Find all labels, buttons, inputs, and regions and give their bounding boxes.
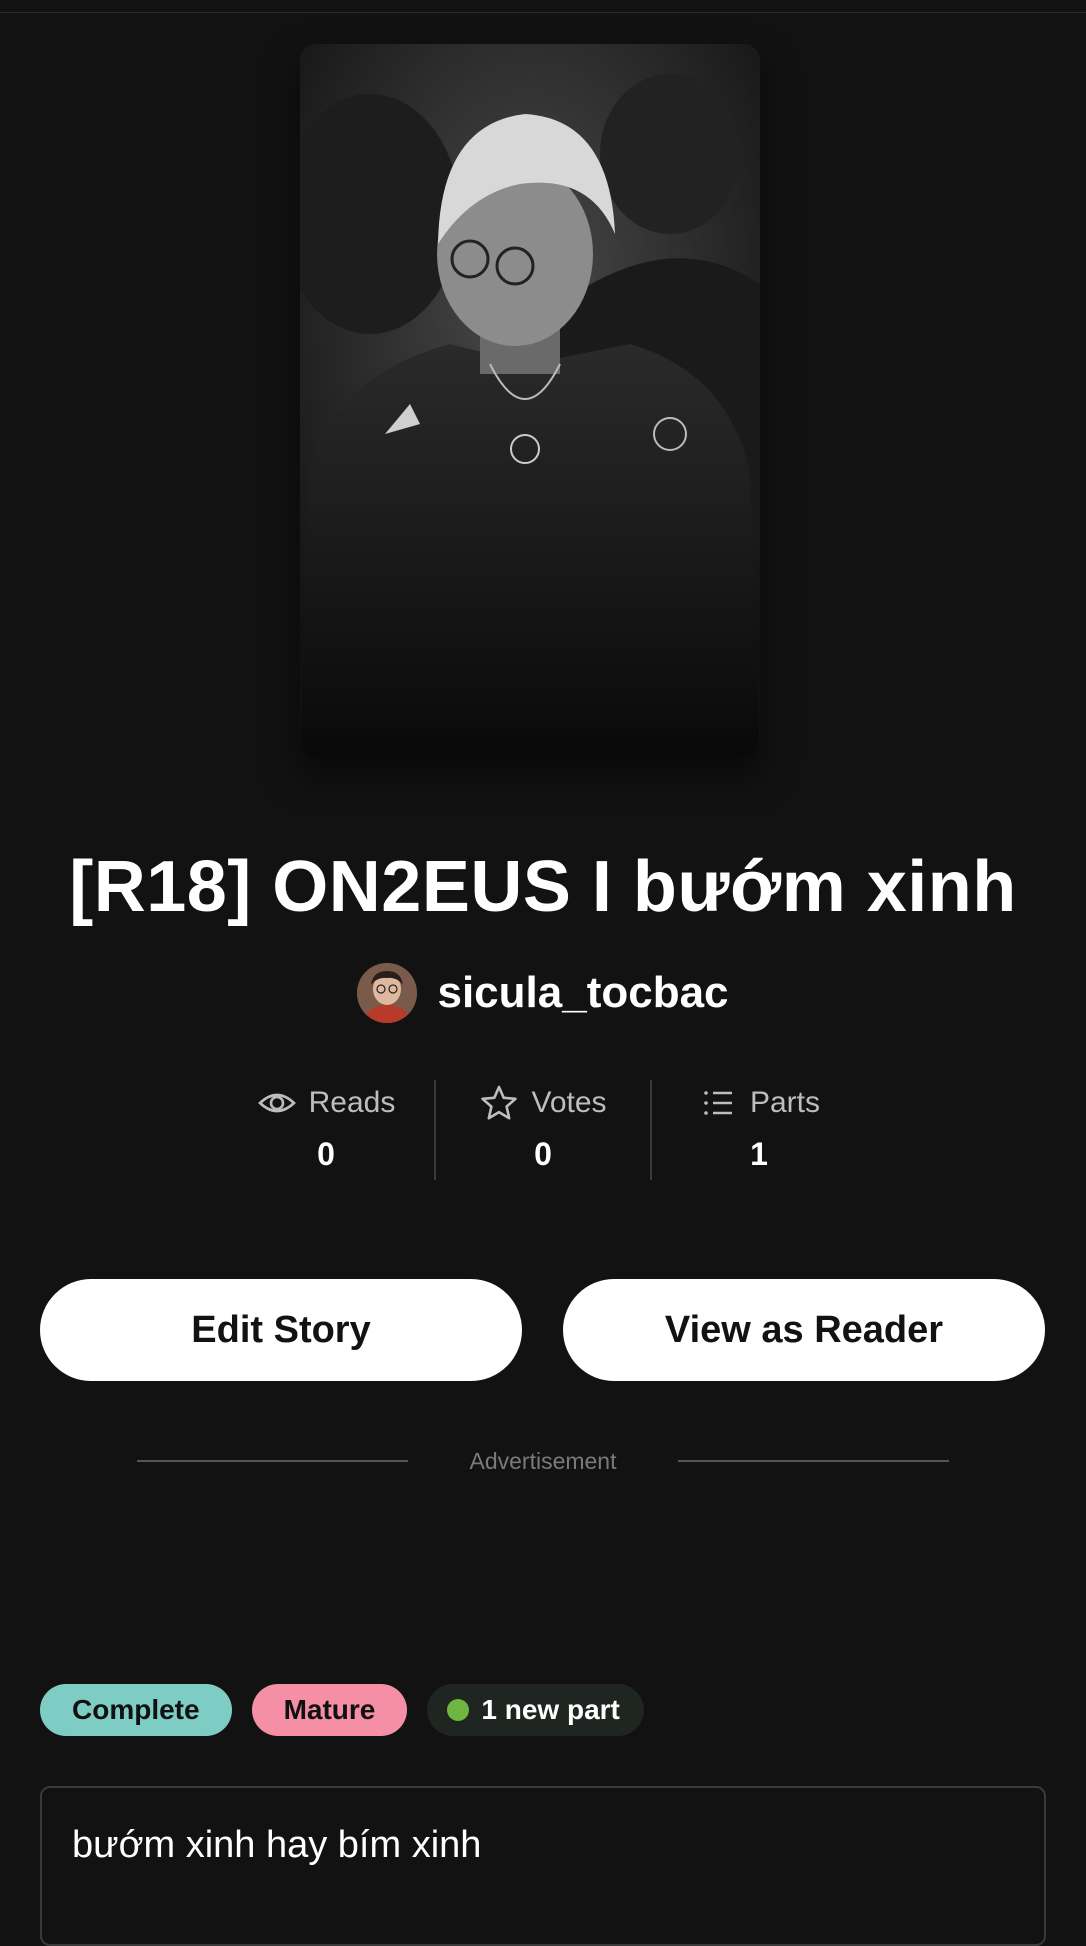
new-indicator-dot-icon xyxy=(447,1699,470,1721)
stat-votes-label: Votes xyxy=(531,1086,607,1119)
story-cover-image[interactable] xyxy=(300,44,760,757)
new-part-badge: 1 new part xyxy=(427,1684,644,1736)
new-part-label: 1 new part xyxy=(481,1694,620,1725)
story-title: [R18] ON2EUS I bướm xinh xyxy=(69,847,1017,927)
list-icon xyxy=(704,1091,732,1115)
complete-badge: Complete xyxy=(40,1684,232,1736)
stat-reads-value: 0 xyxy=(317,1136,335,1172)
view-as-reader-button[interactable]: View as Reader xyxy=(563,1279,1045,1381)
edit-story-button[interactable]: Edit Story xyxy=(40,1279,522,1381)
story-tags: Complete Mature 1 new part xyxy=(40,1684,644,1736)
mature-badge: Mature xyxy=(251,1684,408,1736)
story-description-box: bướm xinh hay bím xinh xyxy=(40,1786,1046,1946)
advertisement-divider: Advertisement xyxy=(137,1446,949,1476)
author-name[interactable]: sicula_tocbac xyxy=(437,968,728,1018)
star-icon xyxy=(481,1085,518,1120)
stat-parts-value: 1 xyxy=(750,1136,768,1172)
eye-icon xyxy=(257,1093,296,1113)
top-divider xyxy=(0,12,1086,13)
stat-parts-label: Parts xyxy=(749,1086,821,1119)
advertisement-label: Advertisement xyxy=(469,1447,617,1474)
story-stats: Reads 0 Votes 0 Parts 1 xyxy=(218,1080,868,1180)
author-avatar[interactable] xyxy=(357,963,418,1023)
ad-line-right xyxy=(677,1460,949,1462)
stat-parts: Parts 1 xyxy=(650,1080,866,1180)
stat-reads: Reads 0 xyxy=(218,1080,434,1180)
ad-line-left xyxy=(137,1460,408,1462)
story-description: bướm xinh hay bím xinh xyxy=(72,1824,482,1866)
stat-reads-label: Reads xyxy=(308,1086,396,1119)
stat-votes: Votes 0 xyxy=(434,1080,650,1180)
author-link[interactable]: sicula_tocbac xyxy=(0,960,1086,1026)
stat-votes-value: 0 xyxy=(534,1136,552,1172)
